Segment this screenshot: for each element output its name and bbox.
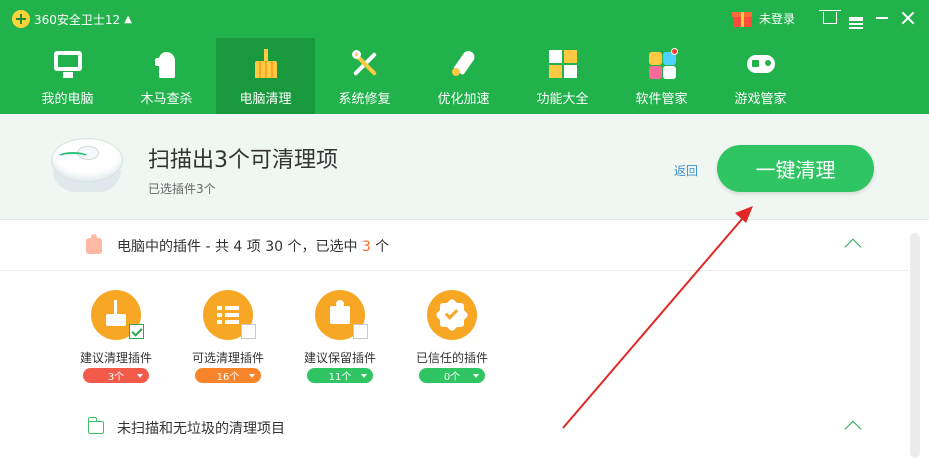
plugins-section-title: 电脑中的插件 - 共 4 项 30 个，已选中 3 个 xyxy=(117,236,389,256)
robot-vacuum-icon xyxy=(47,132,125,202)
app-title: 360安全卫士12 xyxy=(34,12,121,27)
plugins-summary-prefix: 电脑中的插件 - 共 4 项 30 个，已选中 xyxy=(117,239,362,255)
close-icon[interactable] xyxy=(899,9,917,27)
category-checkbox[interactable] xyxy=(241,324,256,339)
count-value: 16个 xyxy=(216,372,240,383)
app-brand: 360安全卫士12 ▲ xyxy=(12,10,132,28)
category-label: 建议保留插件 xyxy=(303,351,376,365)
one-click-clean-button[interactable]: 一键清理 xyxy=(717,145,874,192)
skin-shirt-icon[interactable] xyxy=(819,9,841,27)
software-icon xyxy=(646,48,678,80)
count-dropdown[interactable]: 3个 xyxy=(83,368,149,383)
nav-item-my-computer[interactable]: 我的电脑 xyxy=(18,38,117,114)
plugins-section-header[interactable]: 电脑中的插件 - 共 4 项 30 个，已选中 3 个 xyxy=(0,221,908,271)
rocket-icon xyxy=(448,48,480,80)
unscanned-section-title: 未扫描和无垃圾的清理项目 xyxy=(117,421,285,437)
count-dropdown[interactable]: 16个 xyxy=(195,368,261,383)
category-trusted[interactable]: 已信任的插件 0个 xyxy=(402,290,502,390)
login-link[interactable]: 未登录 xyxy=(759,10,795,27)
nav-item-label: 木马查杀 xyxy=(140,92,193,107)
summary-title: 扫描出3个可清理项 xyxy=(148,148,338,173)
nav-item-label: 系统修复 xyxy=(338,92,391,107)
update-arrow-icon[interactable]: ▲ xyxy=(124,14,132,25)
category-label: 建议清理插件 xyxy=(79,351,152,365)
nav-item-speedup[interactable]: 优化加速 xyxy=(414,38,513,114)
count-value: 3个 xyxy=(107,372,125,383)
summary-subtitle: 已选插件3个 xyxy=(148,182,216,196)
nav-item-label: 游戏管家 xyxy=(734,92,787,107)
plugins-summary-suffix: 个 xyxy=(370,239,390,255)
count-dropdown[interactable]: 0个 xyxy=(419,368,485,383)
trusted-badge-icon xyxy=(427,290,477,340)
main-nav: 我的电脑 木马查杀 电脑清理 系统修复 优化加速 功能大全 软件管家 游戏管家 xyxy=(0,38,929,114)
minimize-icon[interactable] xyxy=(873,9,891,27)
caret-down-icon xyxy=(249,374,255,378)
category-recommended-clean[interactable]: 建议清理插件 3个 xyxy=(66,290,166,390)
title-bar-actions: 未登录 xyxy=(731,9,917,29)
app-logo-icon xyxy=(12,10,30,28)
nav-item-features[interactable]: 功能大全 xyxy=(513,38,612,114)
caret-down-icon xyxy=(137,374,143,378)
nav-item-label: 软件管家 xyxy=(635,92,688,107)
app-window: 360安全卫士12 ▲ 未登录 我的电脑 木马查杀 电脑清理 系统修复 优化加速… xyxy=(0,0,929,458)
nav-item-label: 我的电脑 xyxy=(41,92,94,107)
caret-down-icon xyxy=(361,374,367,378)
nav-item-game-manager[interactable]: 游戏管家 xyxy=(711,38,810,114)
menu-icon[interactable] xyxy=(847,9,865,29)
collapse-chevron-icon[interactable] xyxy=(844,420,862,438)
category-optional-clean[interactable]: 可选清理插件 16个 xyxy=(178,290,278,390)
title-bar: 360安全卫士12 ▲ 未登录 xyxy=(0,0,929,38)
count-dropdown[interactable]: 11个 xyxy=(307,368,373,383)
grid-icon xyxy=(547,48,579,80)
trojan-horse-icon xyxy=(151,48,183,80)
category-label: 已信任的插件 xyxy=(415,351,488,365)
nav-item-software-manager[interactable]: 软件管家 xyxy=(612,38,711,114)
collapse-chevron-icon[interactable] xyxy=(844,238,862,256)
nav-item-system-repair[interactable]: 系统修复 xyxy=(315,38,414,114)
broom-icon xyxy=(250,48,282,80)
folder-icon xyxy=(88,417,104,434)
unscanned-section-header[interactable]: 未扫描和无垃圾的清理项目 xyxy=(0,403,908,453)
category-label: 可选清理插件 xyxy=(191,351,264,365)
count-value: 0个 xyxy=(443,372,461,383)
gamepad-icon xyxy=(745,48,777,80)
category-recommended-keep[interactable]: 建议保留插件 11个 xyxy=(290,290,390,390)
plugin-icon xyxy=(86,234,102,254)
caret-down-icon xyxy=(473,374,479,378)
gift-icon[interactable] xyxy=(731,9,753,27)
back-link[interactable]: 返回 xyxy=(674,162,698,179)
scan-summary: 扫描出3个可清理项 已选插件3个 返回 一键清理 xyxy=(0,114,929,220)
count-value: 11个 xyxy=(328,372,352,383)
wrench-icon xyxy=(349,48,381,80)
nav-item-label: 优化加速 xyxy=(437,92,490,107)
nav-item-pc-cleanup[interactable]: 电脑清理 xyxy=(216,38,315,114)
category-checkbox[interactable] xyxy=(353,324,368,339)
nav-item-label: 电脑清理 xyxy=(239,92,292,107)
nav-item-label: 功能大全 xyxy=(536,92,589,107)
vertical-scrollbar[interactable] xyxy=(910,233,920,458)
monitor-icon xyxy=(52,48,84,80)
nav-item-trojan-scan[interactable]: 木马查杀 xyxy=(117,38,216,114)
notification-dot xyxy=(670,48,678,55)
plugins-selected-count: 3 xyxy=(361,239,371,255)
category-checkbox[interactable] xyxy=(129,324,144,339)
